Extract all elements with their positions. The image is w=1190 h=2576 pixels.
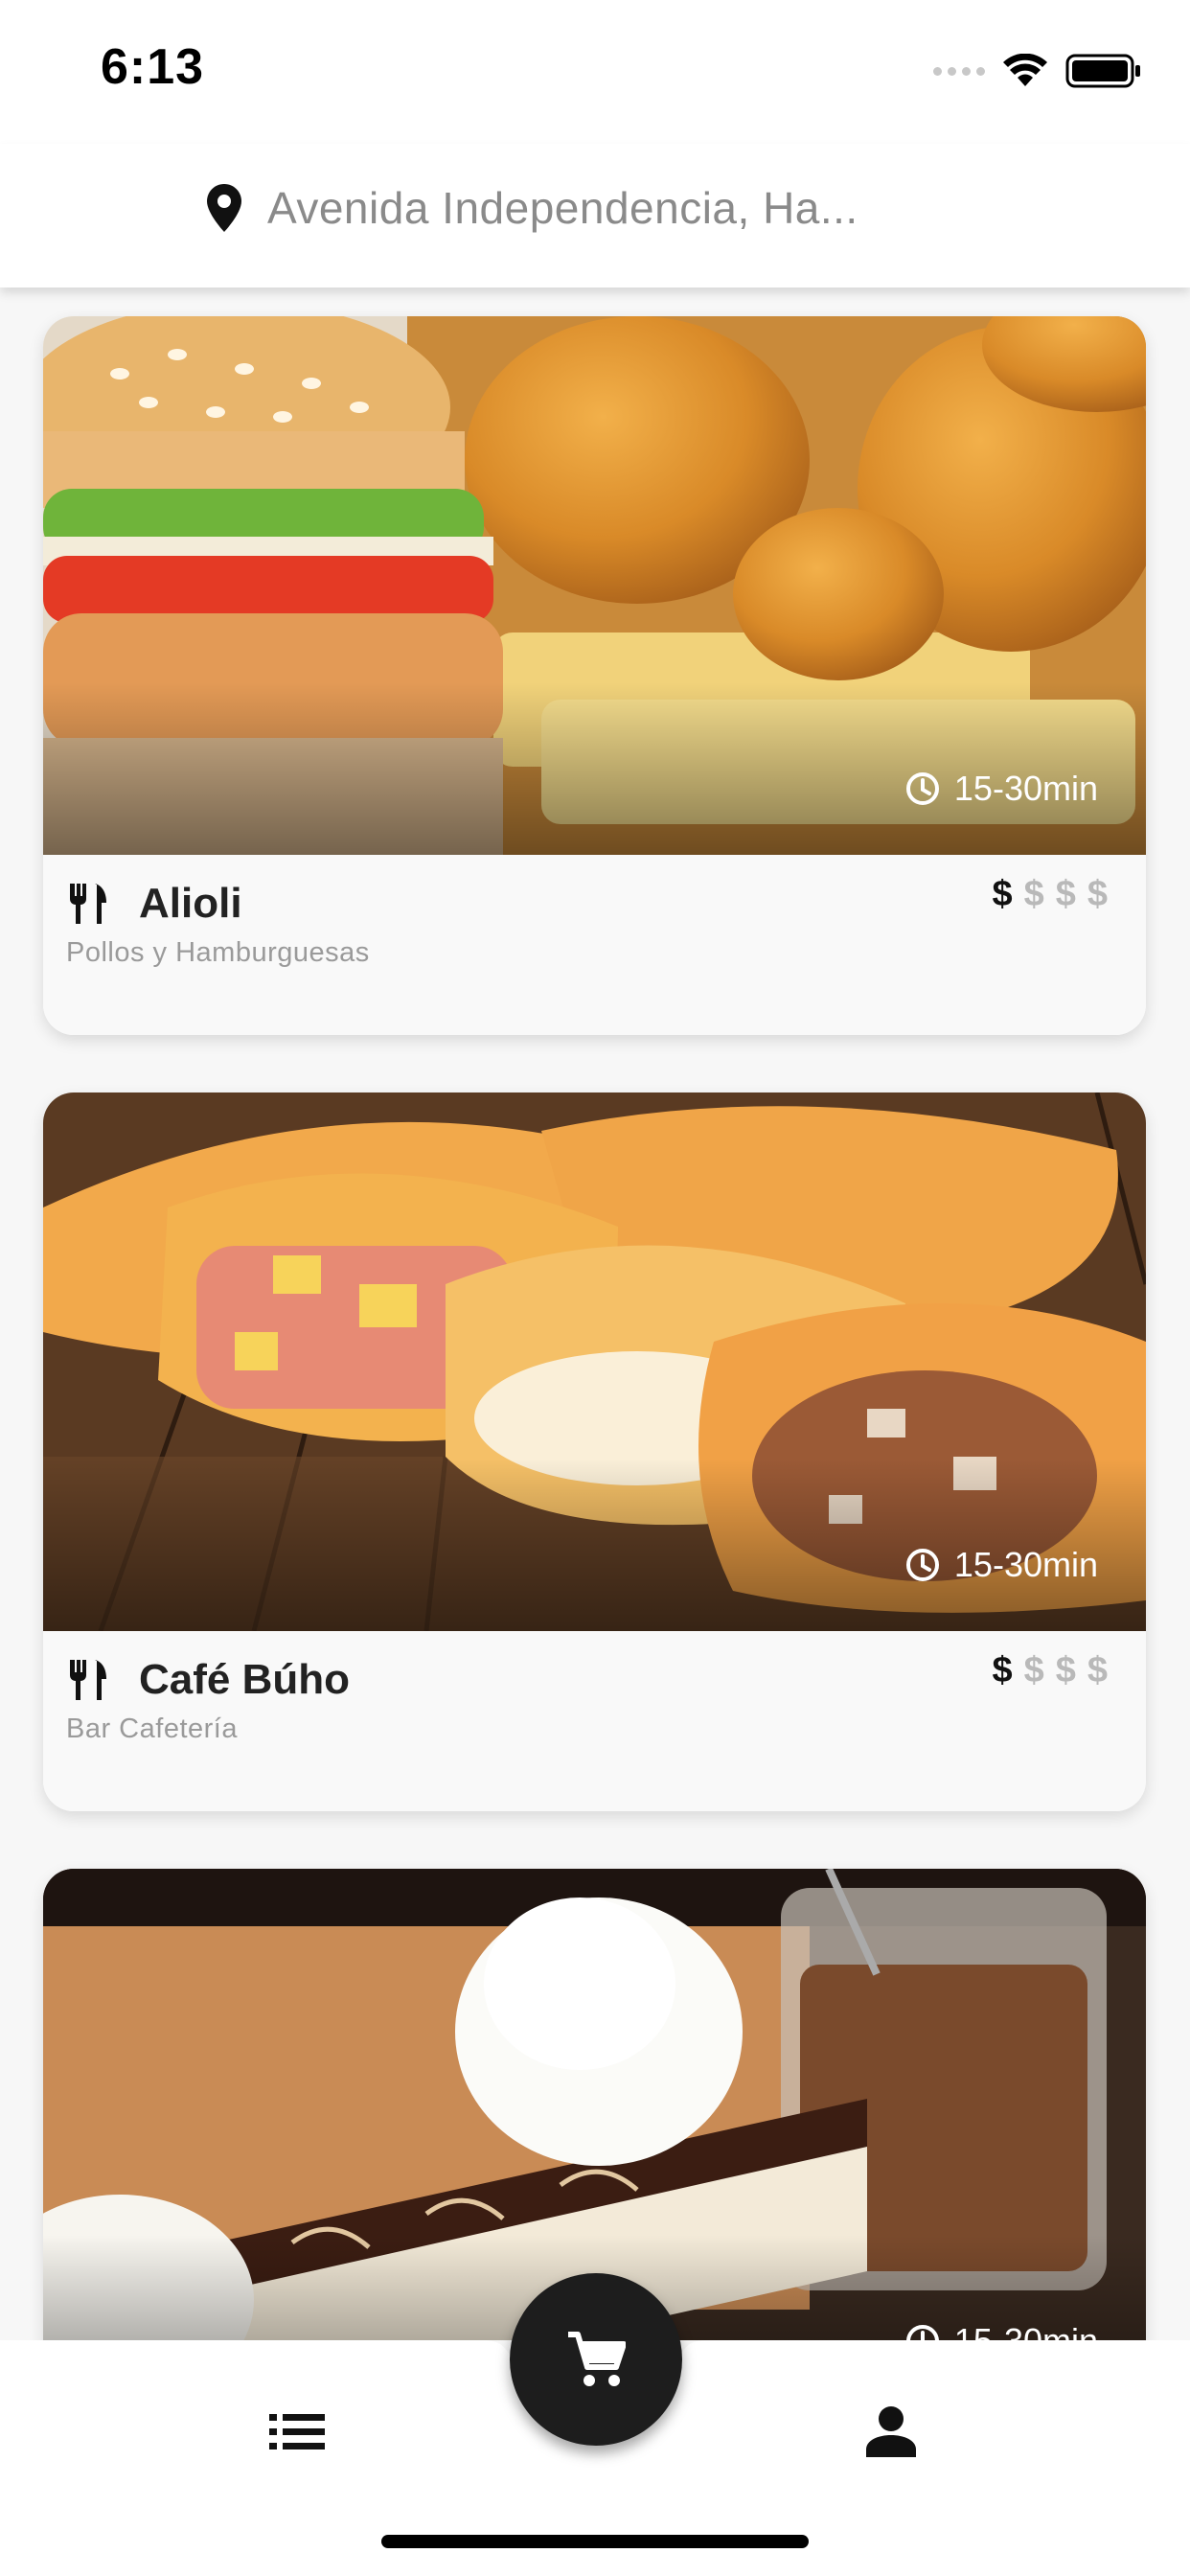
restaurant-name: Café Búho	[139, 1656, 350, 1703]
restaurant-card[interactable]: 15-30min	[43, 1869, 1146, 2340]
restaurant-image: 15-30min	[43, 1092, 1146, 1631]
nav-list-button[interactable]	[259, 2398, 335, 2465]
list-icon	[269, 2414, 325, 2450]
restaurant-card[interactable]: 15-30min Café Búho Bar Cafetería $$$$	[43, 1092, 1146, 1811]
location-pin-icon	[207, 184, 241, 232]
location-header: Avenida Independencia, Ha...	[0, 144, 1190, 288]
location-address: Avenida Independencia, Ha...	[267, 183, 858, 233]
restaurant-list[interactable]: 15-30min Alioli Pollos y Hamburguesas $$…	[0, 288, 1190, 2340]
clock-icon	[905, 2325, 939, 2340]
fork-knife-icon	[70, 884, 106, 924]
restaurant-info: Alioli Pollos y Hamburguesas $$$$	[43, 855, 1146, 1035]
status-time: 6:13	[101, 39, 205, 95]
restaurant-category: Bar Cafetería	[66, 1714, 238, 1744]
cellular-signal-icon	[933, 66, 985, 76]
restaurant-image: 15-30min	[43, 1869, 1146, 2340]
clock-icon	[905, 1549, 939, 1581]
status-bar: 6:13	[0, 0, 1190, 144]
delivery-time: 15-30min	[904, 2321, 1098, 2340]
fork-knife-icon	[70, 1660, 106, 1700]
delivery-time-label: 15-30min	[953, 1545, 1098, 1584]
location-selector[interactable]: Avenida Independencia, Ha...	[206, 174, 858, 242]
restaurant-image: 15-30min	[43, 316, 1146, 855]
cart-icon	[568, 2332, 626, 2386]
cart-button[interactable]	[510, 2273, 682, 2446]
battery-icon	[1065, 54, 1140, 88]
restaurant-category: Pollos y Hamburguesas	[66, 937, 370, 968]
person-icon	[866, 2406, 916, 2457]
price-level: $$$$	[992, 874, 1119, 914]
restaurant-card[interactable]: 15-30min Alioli Pollos y Hamburguesas $$…	[43, 316, 1146, 1035]
wifi-icon	[1003, 54, 1047, 86]
nav-profile-button[interactable]	[853, 2393, 929, 2470]
delivery-time-label: 15-30min	[953, 769, 1098, 808]
status-icons	[933, 50, 1142, 92]
delivery-time: 15-30min	[904, 769, 1098, 809]
restaurant-name: Alioli	[139, 880, 242, 927]
price-level: $$$$	[992, 1650, 1119, 1690]
delivery-time: 15-30min	[904, 1545, 1098, 1585]
home-indicator[interactable]	[381, 2535, 809, 2548]
delivery-time-label: 15-30min	[954, 2321, 1098, 2340]
restaurant-info: Café Búho Bar Cafetería $$$$	[43, 1631, 1146, 1811]
clock-icon	[905, 772, 939, 805]
